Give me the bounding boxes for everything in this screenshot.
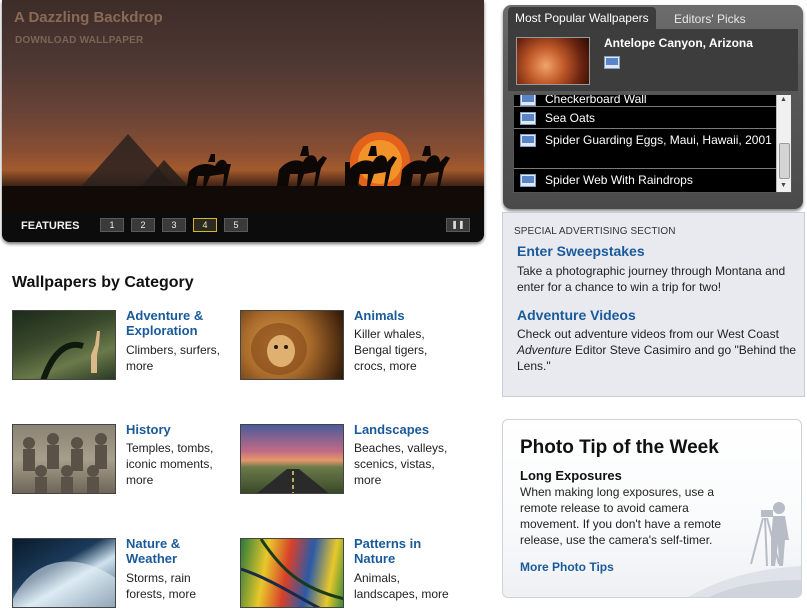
category-desc-nature-weather: Storms, rain forests, more [126, 570, 196, 602]
category-desc-line: forests, more [126, 587, 197, 601]
wallpaper-monitor-icon [520, 95, 536, 106]
feature-controls-bar: FEATURES 1 2 3 4 5 ❚❚ [2, 212, 484, 242]
category-thumbnail-landscapes[interactable] [240, 424, 344, 494]
photo-tip-title: Photo Tip of the Week [520, 437, 719, 458]
lion-image [251, 323, 307, 375]
photo-tip-subtitle: Long Exposures [520, 468, 622, 483]
download-wallpaper-link[interactable]: DOWNLOAD WALLPAPER [15, 35, 143, 46]
category-desc-line: Bengal tigers, [354, 343, 428, 357]
feature-slideshow: A Dazzling Backdrop DOWNLOAD WALLPAPER F… [2, 0, 484, 242]
wave-image [13, 561, 115, 607]
category-name-line[interactable]: Adventure & [126, 308, 203, 323]
desert-camels-illustration [2, 132, 484, 212]
category-name-line[interactable]: Nature & [126, 536, 180, 551]
category-desc-animals: Killer whales, Bengal tigers, crocs, more [354, 326, 427, 374]
category-thumbnail-nature-weather[interactable] [12, 538, 116, 608]
pause-icon: ❚❚ [451, 220, 465, 229]
category-desc-history: Temples, tombs, iconic moments, more [126, 440, 213, 488]
list-item[interactable]: Spider Web With Raindrops [514, 168, 776, 192]
wallpaper-monitor-icon[interactable] [604, 56, 620, 69]
ad-heading-sweepstakes[interactable]: Enter Sweepstakes [517, 243, 645, 259]
photo-tip-box: Photo Tip of the Week Long Exposures Whe… [502, 419, 802, 598]
list-item-label: Sea Oats [545, 111, 596, 125]
category-thumbnail-patterns[interactable] [240, 538, 344, 608]
category-name-history[interactable]: History [126, 422, 171, 437]
category-thumbnail-animals[interactable] [240, 310, 344, 380]
wallpaper-monitor-icon [520, 112, 536, 125]
ad-body-videos: Check out adventure videos from our West… [517, 326, 802, 374]
category-name-line[interactable]: Patterns in [354, 536, 421, 551]
popular-wallpapers-panel: Most Popular Wallpapers Editors' Picks A… [503, 5, 803, 209]
list-item-label: Spider Web With Raindrops [545, 173, 693, 187]
category-desc-line: iconic moments, [126, 457, 213, 471]
wallpaper-monitor-icon [520, 174, 536, 187]
feature-title[interactable]: A Dazzling Backdrop [14, 9, 163, 26]
category-desc-line: more [126, 473, 154, 487]
category-thumbnail-adventure[interactable] [12, 310, 116, 380]
popular-list[interactable]: Checkerboard Wall Sea Oats Spider Guardi… [513, 94, 792, 193]
feature-page-button[interactable]: 3 [162, 218, 186, 232]
more-photo-tips-link[interactable]: More Photo Tips [520, 560, 614, 574]
category-name-animals[interactable]: Animals [354, 308, 405, 323]
list-item[interactable]: Spider Guarding Eggs, Maui, Hawaii, 2001 [514, 128, 776, 168]
photo-tip-body: When making long exposures, use a remote… [520, 485, 722, 547]
list-scrollbar[interactable]: ▲ ▼ [776, 95, 791, 192]
category-desc-line: Climbers, surfers, [126, 343, 221, 357]
category-desc-line: scenics, vistas, [354, 457, 435, 471]
category-desc-line: more [354, 473, 382, 487]
list-item-label: Spider Guarding Eggs, Maui, Hawaii, 2001 [545, 133, 772, 147]
top-wallpaper: Antelope Canyon, Arizona [508, 29, 798, 91]
pause-button[interactable]: ❚❚ [446, 218, 470, 232]
category-name-line[interactable]: Weather [126, 551, 177, 566]
category-name-landscapes[interactable]: Landscapes [354, 422, 429, 437]
scroll-up-icon[interactable]: ▲ [780, 96, 787, 103]
category-desc-line: Animals, [354, 571, 401, 585]
category-desc-line: Temples, tombs, [126, 441, 214, 455]
ad-section-label: SPECIAL ADVERTISING SECTION [514, 226, 676, 237]
category-desc-line: more [126, 359, 154, 373]
ad-heading-videos[interactable]: Adventure Videos [517, 307, 636, 323]
features-label: FEATURES [21, 220, 80, 232]
feature-page-button-active[interactable]: 4 [193, 218, 217, 232]
advertising-section: SPECIAL ADVERTISING SECTION Enter Sweeps… [502, 212, 805, 397]
feature-page-button[interactable]: 5 [224, 218, 248, 232]
category-name-line[interactable]: Nature [354, 551, 395, 566]
category-name-line[interactable]: Exploration [126, 323, 198, 338]
category-desc-line: Beaches, valleys, [354, 441, 448, 455]
tab-most-popular[interactable]: Most Popular Wallpapers [508, 7, 656, 29]
feature-page-button[interactable]: 1 [100, 218, 124, 232]
terracotta-warriors-image [23, 433, 107, 493]
category-desc-line: crocs, more [354, 359, 417, 373]
feature-page-button[interactable]: 2 [131, 218, 155, 232]
list-item[interactable]: Sea Oats [514, 106, 776, 128]
feather-pattern-image [241, 539, 343, 607]
tab-editors-picks[interactable]: Editors' Picks [666, 7, 754, 29]
category-desc-patterns: Animals, landscapes, more [354, 570, 449, 602]
scroll-down-icon[interactable]: ▼ [780, 182, 787, 189]
top-wallpaper-title[interactable]: Antelope Canyon, Arizona [604, 36, 753, 50]
category-name-adventure[interactable]: Adventure & Exploration [126, 308, 203, 338]
category-desc-adventure: Climbers, surfers, more [126, 342, 220, 374]
category-desc-line: landscapes, more [354, 587, 449, 601]
ad-body-text: Check out adventure videos from our West… [517, 327, 779, 341]
category-desc-landscapes: Beaches, valleys, scenics, vistas, more [354, 440, 447, 488]
category-name-nature-weather[interactable]: Nature & Weather [126, 536, 180, 566]
ad-body-sweepstakes: Take a photographic journey through Mont… [517, 264, 786, 294]
wallpaper-monitor-icon [520, 134, 536, 147]
scrollbar-thumb[interactable] [779, 143, 790, 179]
category-desc-line: Killer whales, [354, 327, 425, 341]
category-name-patterns[interactable]: Patterns in Nature [354, 536, 421, 566]
categories-heading: Wallpapers by Category [12, 274, 194, 291]
road-landscape-image [257, 469, 329, 493]
feature-image[interactable] [2, 0, 484, 212]
category-thumbnail-history[interactable] [12, 424, 116, 494]
ad-body-emphasis: Adventure [517, 343, 572, 357]
giraffe-image [40, 331, 100, 379]
top-wallpaper-thumbnail[interactable] [516, 37, 590, 85]
category-desc-line: Storms, rain [126, 571, 191, 585]
list-item[interactable]: Checkerboard Wall [514, 95, 776, 106]
